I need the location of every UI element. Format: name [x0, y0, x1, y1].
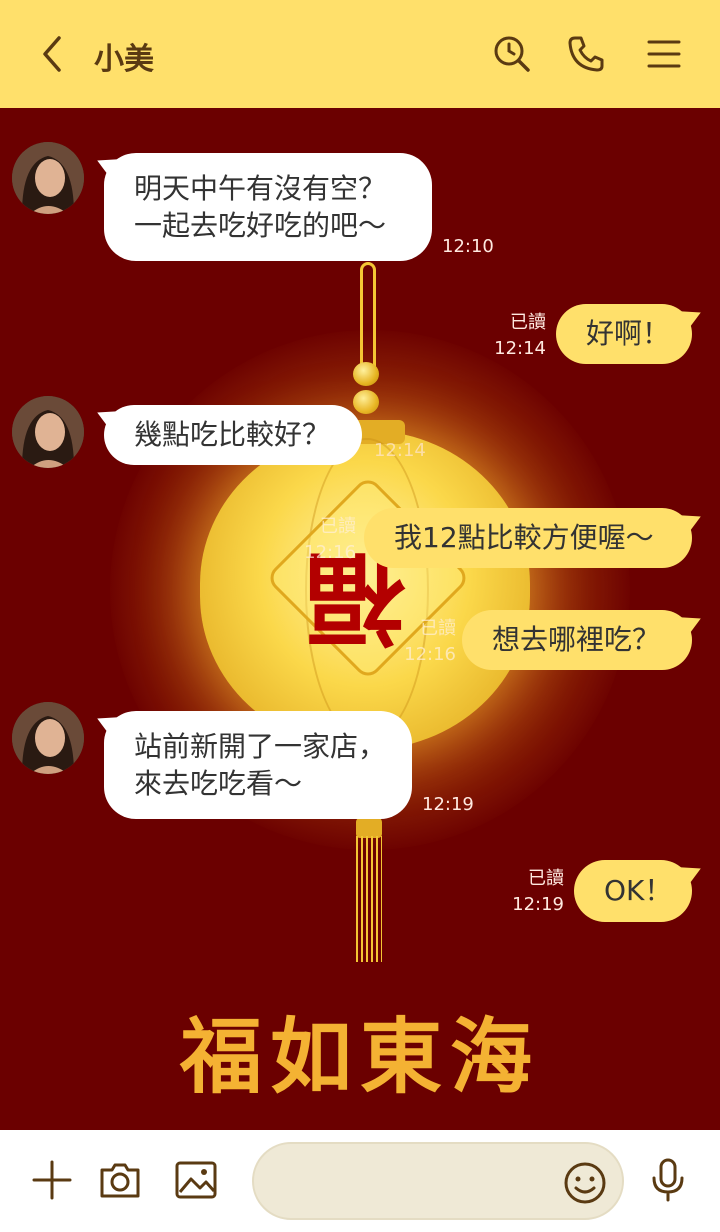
phone-icon: [568, 36, 604, 72]
avatar-photo-icon: [12, 396, 84, 468]
message-meta: 已讀 12:19: [504, 866, 564, 918]
plus-icon: [32, 1160, 72, 1200]
message-meta: 已讀 12:16: [396, 616, 456, 668]
search-clock-icon: [494, 36, 530, 72]
message-bubble-incoming[interactable]: 明天中午有沒有空？ 一起去吃好吃的吧～: [104, 153, 432, 261]
chat-title: 小美: [94, 42, 154, 77]
avatar-photo-icon: [12, 702, 84, 774]
message-time: 12:19: [422, 794, 474, 815]
chat-screen: 福 福如東海 小美 明天中午有沒有空？ 一起去吃好吃的吧～ 12:10 已讀 1…: [0, 0, 720, 1232]
avatar-photo-icon: [12, 142, 84, 214]
message-time: 12:16: [304, 542, 356, 563]
back-icon: [43, 36, 61, 72]
chat-header: 小美: [0, 0, 720, 108]
message-bubble-outgoing[interactable]: 想去哪裡吃？: [462, 610, 692, 670]
message-meta: 已讀 12:16: [296, 514, 356, 566]
message-meta: 已讀 12:14: [486, 310, 546, 362]
read-receipt: 已讀: [320, 516, 356, 537]
image-button[interactable]: [166, 1150, 226, 1210]
read-receipt: 已讀: [420, 618, 456, 639]
mic-icon: [652, 1158, 684, 1202]
message-time: 12:19: [512, 894, 564, 915]
voice-button[interactable]: [638, 1150, 698, 1210]
contact-avatar[interactable]: [12, 396, 84, 468]
message-input[interactable]: [278, 1162, 562, 1204]
menu-button[interactable]: [636, 26, 692, 82]
message-bubble-outgoing[interactable]: 我12點比較方便喔～: [364, 508, 692, 568]
read-receipt: 已讀: [528, 868, 564, 889]
message-bubble-incoming[interactable]: 幾點吃比較好？: [104, 405, 362, 465]
back-button[interactable]: [24, 26, 80, 82]
search-button[interactable]: [484, 26, 540, 82]
message-input-wrapper: [252, 1142, 624, 1220]
camera-icon: [100, 1163, 140, 1198]
message-time: 12:16: [404, 644, 456, 665]
read-receipt: 已讀: [510, 312, 546, 333]
message-bubble-incoming[interactable]: 站前新開了一家店， 來去吃吃看～: [104, 711, 412, 819]
contact-avatar[interactable]: [12, 702, 84, 774]
message-time: 12:10: [442, 236, 494, 257]
lantern-bead: [353, 390, 379, 414]
add-button[interactable]: [22, 1150, 82, 1210]
menu-icon: [647, 40, 681, 68]
motto-text: 福如東海: [179, 1009, 540, 1105]
message-time: 12:14: [374, 440, 426, 461]
lantern-tassel: [356, 836, 382, 962]
contact-avatar[interactable]: [12, 142, 84, 214]
chat-input-bar: [0, 1130, 720, 1232]
image-icon: [175, 1161, 217, 1199]
tassel-cap: [356, 818, 382, 838]
emoji-icon[interactable]: [562, 1160, 608, 1206]
camera-button[interactable]: [90, 1150, 150, 1210]
message-time: 12:14: [494, 338, 546, 359]
call-button[interactable]: [558, 26, 614, 82]
lantern-string: [360, 262, 376, 378]
lantern-bead: [353, 362, 379, 386]
